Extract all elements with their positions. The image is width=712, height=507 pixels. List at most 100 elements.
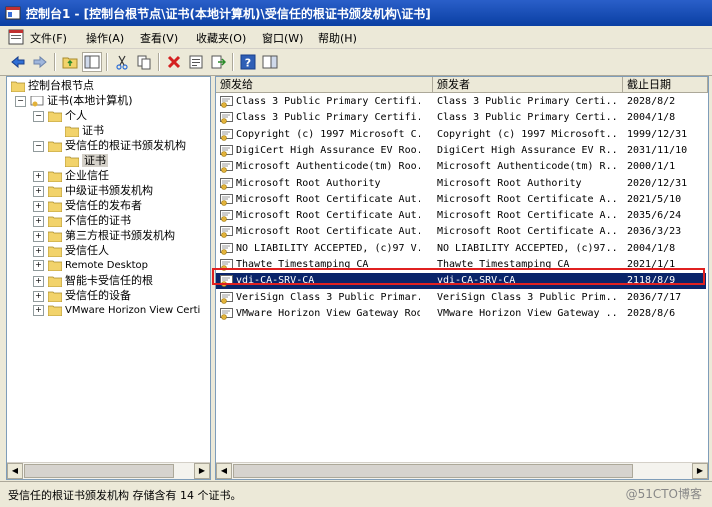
certificate-icon xyxy=(220,144,233,157)
tree-node-trusted-root-certs[interactable]: 证书 xyxy=(65,153,108,168)
delete-icon[interactable] xyxy=(164,52,184,72)
tree-node-third-party-root[interactable]: + 第三方根证书颁发机构 xyxy=(33,228,175,243)
table-row[interactable]: VeriSign Class 3 Public Primar... VeriSig… xyxy=(216,290,706,306)
cell-expiration: 2004/1/8 xyxy=(627,242,676,254)
list-horizontal-scrollbar[interactable]: ◀ ▶ xyxy=(216,462,708,479)
menu-action[interactable]: 操作(A) xyxy=(86,30,124,46)
expand-icon[interactable]: + xyxy=(33,275,44,287)
folder-icon xyxy=(48,216,62,227)
tree-label: 受信任的发布者 xyxy=(65,199,142,212)
column-expiration[interactable]: 截止日期 xyxy=(623,77,708,93)
panel-icon[interactable] xyxy=(260,52,280,72)
certificate-icon xyxy=(220,259,233,271)
table-row[interactable]: Microsoft Root Certificate Aut... Microso… xyxy=(216,208,706,224)
menu-help[interactable]: 帮助(H) xyxy=(318,30,357,46)
scroll-left-icon[interactable]: ◀ xyxy=(7,463,23,479)
expand-icon[interactable]: + xyxy=(33,215,44,227)
tree-label: 个人 xyxy=(65,109,87,122)
scroll-left-icon[interactable]: ◀ xyxy=(216,463,232,479)
status-text: 受信任的根证书颁发机构 存储含有 14 个证书。 xyxy=(8,489,242,502)
cell-issued-by: Microsoft Root Certificate A... xyxy=(437,226,617,238)
tree-node-smart-card-root[interactable]: + 智能卡受信任的根 xyxy=(33,273,153,288)
help-icon[interactable]: ? xyxy=(238,52,258,72)
cell-expiration: 2118/8/9 xyxy=(627,275,676,287)
tree-label: 中级证书颁发机构 xyxy=(65,184,153,197)
expand-icon[interactable]: + xyxy=(33,230,44,242)
cell-expiration: 2021/1/1 xyxy=(627,259,676,270)
folder-icon xyxy=(48,141,62,152)
table-row[interactable]: Copyright (c) 1997 Microsoft C... Copyrig… xyxy=(216,127,706,143)
folder-icon xyxy=(48,276,62,287)
scroll-right-icon[interactable]: ▶ xyxy=(692,463,708,479)
table-row[interactable]: Microsoft Root Certificate Aut... Microso… xyxy=(216,192,706,208)
cell-issued-by: Microsoft Root Certificate A... xyxy=(437,210,617,222)
menu-window[interactable]: 窗口(W) xyxy=(262,30,303,46)
tree-node-trusted-publishers[interactable]: + 受信任的发布者 xyxy=(33,198,142,213)
cell-expiration: 2035/6/24 xyxy=(627,210,682,222)
tree-node-console-root[interactable]: 控制台根节点 xyxy=(11,78,94,93)
properties-icon[interactable] xyxy=(186,52,206,72)
table-row[interactable]: Microsoft Root Authority Microsoft Root A… xyxy=(216,176,706,192)
tree-node-personal-certs[interactable]: 证书 xyxy=(65,123,104,138)
expand-icon[interactable]: + xyxy=(33,200,44,212)
expand-icon[interactable]: + xyxy=(33,170,44,182)
table-row[interactable]: DigiCert High Assurance EV Roo... DigiCer… xyxy=(216,143,706,159)
tree-node-trusted-devices[interactable]: + 受信任的设备 xyxy=(33,288,131,303)
svg-text:?: ? xyxy=(245,57,251,70)
export-icon[interactable] xyxy=(208,52,228,72)
tree-node-enterprise-trust[interactable]: + 企业信任 xyxy=(33,168,109,183)
table-row[interactable]: vdi-CA-SRV-CA vdi-CA-SRV-CA 2118/8/9 xyxy=(216,273,706,290)
table-row[interactable]: NO LIABILITY ACCEPTED, (c)97 V... NO LIAB… xyxy=(216,241,706,257)
cell-issued-to: Class 3 Public Primary Certifi... xyxy=(236,96,420,107)
cell-issued-to: Thawte Timestamping CA xyxy=(236,259,369,270)
copy-icon[interactable] xyxy=(134,52,154,72)
scroll-right-icon[interactable]: ▶ xyxy=(194,463,210,479)
tree-node-untrusted-certs[interactable]: + 不信任的证书 xyxy=(33,213,131,228)
certificate-icon xyxy=(220,242,233,255)
cell-issued-to: Copyright (c) 1997 Microsoft C... xyxy=(236,128,420,140)
tree-node-personal[interactable]: − 个人 xyxy=(33,108,87,123)
show-tree-icon[interactable] xyxy=(82,52,102,72)
expand-icon[interactable]: + xyxy=(33,290,44,302)
watermark: @51CTO博客 xyxy=(625,487,702,501)
tree-node-trusted-people[interactable]: + 受信任人 xyxy=(33,243,109,258)
toolbar-separator xyxy=(158,53,160,71)
scroll-thumb[interactable] xyxy=(233,464,633,478)
table-row[interactable]: Class 3 Public Primary Certifi... Class 3… xyxy=(216,110,706,126)
expand-icon[interactable]: + xyxy=(33,259,44,271)
column-issued-by[interactable]: 颁发者 xyxy=(433,77,623,93)
menu-view[interactable]: 查看(V) xyxy=(140,30,178,46)
expand-icon[interactable]: + xyxy=(33,304,44,316)
tree-node-vmware-horizon[interactable]: + VMware Horizon View Certi xyxy=(33,303,200,318)
tree-node-trusted-root[interactable]: − 受信任的根证书颁发机构 xyxy=(33,138,186,153)
tree-label: 智能卡受信任的根 xyxy=(65,274,153,287)
column-issued-to[interactable]: 颁发给 xyxy=(216,77,433,93)
scroll-thumb[interactable] xyxy=(24,464,174,478)
table-row[interactable]: Class 3 Public Primary Certifi... Class 3… xyxy=(216,94,706,110)
tree-node-certificates-local[interactable]: − 证书(本地计算机) xyxy=(15,93,133,108)
expand-icon[interactable]: + xyxy=(33,185,44,197)
expand-icon[interactable]: + xyxy=(33,245,44,257)
back-icon[interactable] xyxy=(8,52,28,72)
table-row[interactable]: Microsoft Root Certificate Aut... Microso… xyxy=(216,224,706,240)
console-tree[interactable]: 控制台根节点 − 证书(本地计算机) − 个人 证书 − 受信任的根证书颁发机构 证书… xyxy=(6,76,211,480)
menu-file[interactable]: 文件(F) xyxy=(30,30,67,46)
up-folder-icon[interactable] xyxy=(60,52,80,72)
forward-icon[interactable] xyxy=(30,52,50,72)
tree-horizontal-scrollbar[interactable]: ◀ ▶ xyxy=(7,462,210,479)
certificate-list[interactable]: 颁发给 颁发者 截止日期 Class 3 Public Primary Cert… xyxy=(215,76,709,480)
table-row[interactable]: VMware Horizon View Gateway Root VMware H… xyxy=(216,306,706,322)
cut-icon[interactable] xyxy=(112,52,132,72)
tree-node-intermediate-ca[interactable]: + 中级证书颁发机构 xyxy=(33,183,153,198)
collapse-icon[interactable]: − xyxy=(33,140,44,152)
cell-expiration: 2020/12/31 xyxy=(627,177,688,189)
table-row[interactable]: Microsoft Authenticode(tm) Roo... Microso… xyxy=(216,159,706,175)
certificate-icon xyxy=(220,193,233,206)
collapse-icon[interactable]: − xyxy=(15,95,26,107)
tree-node-remote-desktop[interactable]: + Remote Desktop xyxy=(33,258,148,273)
menu-favorites[interactable]: 收藏夹(O) xyxy=(196,30,246,46)
table-row[interactable]: Thawte Timestamping CA Thawte Timestampin… xyxy=(216,257,706,273)
certificate-icon xyxy=(220,177,233,190)
collapse-icon[interactable]: − xyxy=(33,110,44,122)
console-doc-icon[interactable] xyxy=(8,29,24,45)
